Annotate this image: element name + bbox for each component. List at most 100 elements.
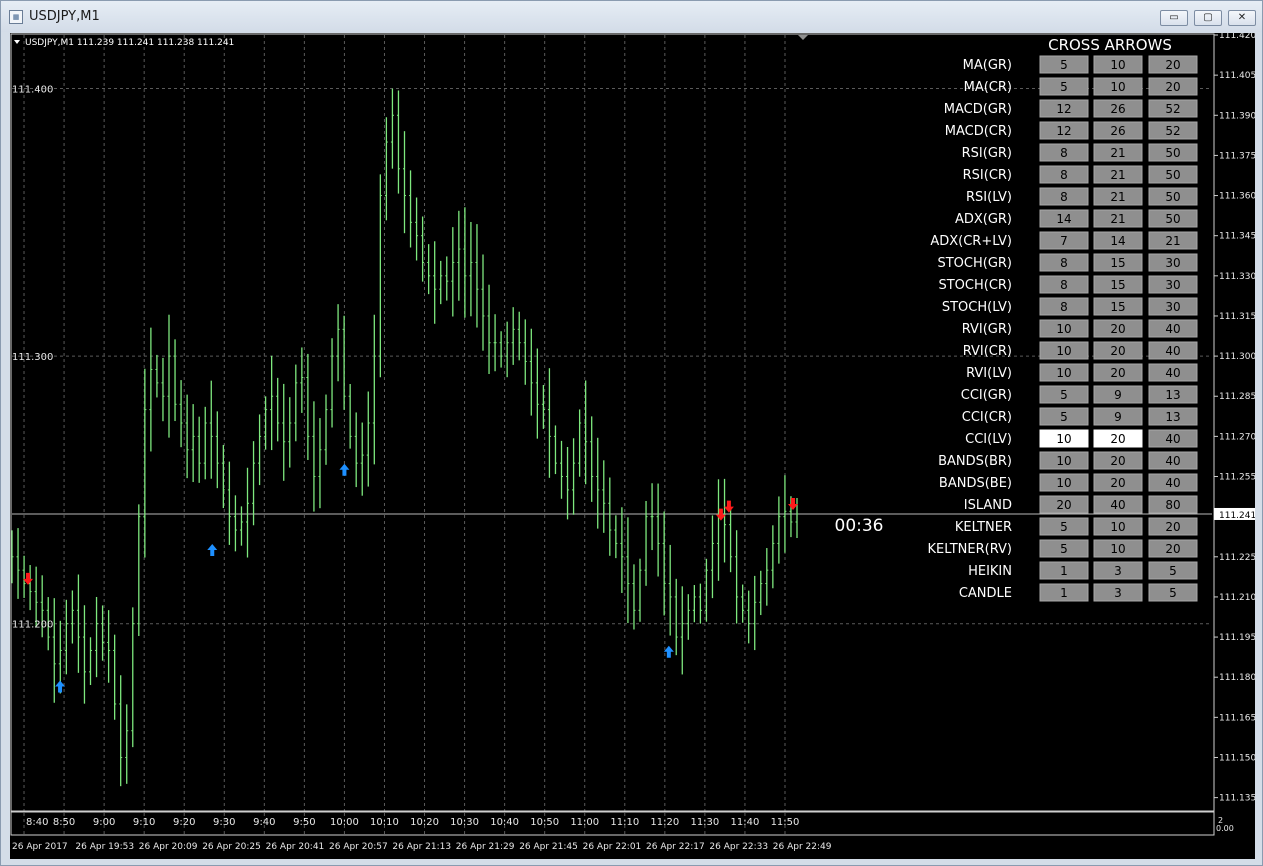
period-input-value[interactable]: 20 <box>1110 344 1125 358</box>
period-input-value[interactable]: 30 <box>1165 278 1180 292</box>
period-input-value[interactable]: 12 <box>1056 102 1071 116</box>
period-input-value[interactable]: 21 <box>1110 190 1125 204</box>
period-input-value[interactable]: 1 <box>1060 586 1068 600</box>
period-input-value[interactable]: 20 <box>1056 498 1071 512</box>
price-chart[interactable]: 111.420 111.405 111.390 111.375 111.360 111.3… <box>10 33 1255 859</box>
period-input-value[interactable]: 5 <box>1060 58 1068 72</box>
period-input-value[interactable]: 26 <box>1110 102 1125 116</box>
period-input-value[interactable]: 50 <box>1165 168 1180 182</box>
period-input-value[interactable]: 10 <box>1056 454 1071 468</box>
period-input-value[interactable]: 20 <box>1165 520 1180 534</box>
period-input-value[interactable]: 21 <box>1110 168 1125 182</box>
period-input-value[interactable]: 15 <box>1110 256 1125 270</box>
time-tick-label: 9:10 <box>133 817 155 828</box>
period-input-value[interactable]: 3 <box>1114 586 1122 600</box>
period-input-value[interactable]: 21 <box>1110 146 1125 160</box>
period-input-value[interactable]: 10 <box>1056 344 1071 358</box>
period-input-value[interactable]: 14 <box>1110 234 1125 248</box>
period-input-value[interactable]: 40 <box>1165 432 1180 446</box>
terminal-window: ▦ USDJPY,M1 ▭ ▢ ✕ 111.420 111.405 111.390 1… <box>0 0 1263 866</box>
time-tick-label: 8:40 <box>26 817 48 828</box>
period-input-value[interactable]: 20 <box>1165 542 1180 556</box>
period-input-value[interactable]: 10 <box>1056 366 1071 380</box>
period-input-value[interactable]: 15 <box>1110 300 1125 314</box>
bar-countdown: 00:36 <box>835 516 884 536</box>
period-input-value[interactable]: 20 <box>1165 58 1180 72</box>
indicator-label: RSI(CR) <box>963 168 1012 183</box>
date-tick-label: 26 Apr 20:41 <box>266 842 325 852</box>
period-input-value[interactable]: 10 <box>1110 58 1125 72</box>
indicator-label: STOCH(GR) <box>937 256 1012 271</box>
period-input-value[interactable]: 5 <box>1060 520 1068 534</box>
period-input-value[interactable]: 8 <box>1060 300 1068 314</box>
period-input-value[interactable]: 14 <box>1056 212 1071 226</box>
minimize-button[interactable]: ▭ <box>1160 10 1188 26</box>
price-tick-label: 111.315 <box>1219 312 1255 322</box>
time-tick-label: 10:00 <box>330 817 359 828</box>
period-input-value[interactable]: 21 <box>1110 212 1125 226</box>
period-input-value[interactable]: 20 <box>1110 366 1125 380</box>
period-input-value[interactable]: 20 <box>1110 454 1125 468</box>
period-input-value[interactable]: 10 <box>1056 322 1071 336</box>
indicator-label: RSI(LV) <box>966 190 1012 205</box>
period-input-value[interactable]: 1 <box>1060 564 1068 578</box>
period-input-value[interactable]: 5 <box>1060 388 1068 402</box>
period-input-value[interactable]: 52 <box>1165 102 1180 116</box>
period-input-value[interactable]: 80 <box>1165 498 1180 512</box>
period-input-value[interactable]: 50 <box>1165 212 1180 226</box>
period-input-value[interactable]: 3 <box>1114 564 1122 578</box>
period-input-value[interactable]: 5 <box>1060 410 1068 424</box>
period-input-value[interactable]: 40 <box>1165 344 1180 358</box>
period-input-value[interactable]: 40 <box>1110 498 1125 512</box>
period-input-value[interactable]: 7 <box>1060 234 1068 248</box>
time-tick-label: 11:20 <box>650 817 679 828</box>
period-input-value[interactable]: 8 <box>1060 146 1068 160</box>
period-input-value[interactable]: 10 <box>1110 520 1125 534</box>
period-input-value[interactable]: 40 <box>1165 476 1180 490</box>
indicator-label: RVI(CR) <box>963 344 1012 359</box>
close-button[interactable]: ✕ <box>1228 10 1256 26</box>
period-input-value[interactable]: 40 <box>1165 366 1180 380</box>
period-input-value[interactable]: 21 <box>1165 234 1180 248</box>
period-input-value[interactable]: 20 <box>1165 80 1180 94</box>
time-tick-label: 9:30 <box>213 817 235 828</box>
period-input-value[interactable]: 9 <box>1114 388 1122 402</box>
period-input-value[interactable]: 30 <box>1165 300 1180 314</box>
date-tick-label: 26 Apr 22:33 <box>709 842 768 852</box>
period-input-value[interactable]: 12 <box>1056 124 1071 138</box>
period-input-value[interactable]: 15 <box>1110 278 1125 292</box>
period-input-value[interactable]: 13 <box>1165 410 1180 424</box>
price-tick-label: 111.150 <box>1219 753 1255 763</box>
period-input-value[interactable]: 10 <box>1056 432 1071 446</box>
period-input-value[interactable]: 10 <box>1056 476 1071 490</box>
title-bar[interactable]: ▦ USDJPY,M1 ▭ ▢ ✕ <box>1 1 1262 32</box>
period-input-value[interactable]: 20 <box>1110 432 1125 446</box>
period-input-value[interactable]: 20 <box>1110 476 1125 490</box>
period-input-value[interactable]: 8 <box>1060 190 1068 204</box>
period-input-value[interactable]: 5 <box>1060 542 1068 556</box>
left-price-label: 111.200 <box>12 620 53 631</box>
period-input-value[interactable]: 52 <box>1165 124 1180 138</box>
period-input-value[interactable]: 40 <box>1165 454 1180 468</box>
period-input-value[interactable]: 30 <box>1165 256 1180 270</box>
period-input-value[interactable]: 9 <box>1114 410 1122 424</box>
period-input-value[interactable]: 13 <box>1165 388 1180 402</box>
left-price-label: 111.400 <box>12 85 53 96</box>
period-input-value[interactable]: 26 <box>1110 124 1125 138</box>
period-input-value[interactable]: 50 <box>1165 146 1180 160</box>
period-input-value[interactable]: 40 <box>1165 322 1180 336</box>
date-tick-label: 26 Apr 20:25 <box>202 842 261 852</box>
time-tick-label: 11:40 <box>731 817 760 828</box>
period-input-value[interactable]: 5 <box>1060 80 1068 94</box>
period-input-value[interactable]: 10 <box>1110 542 1125 556</box>
period-input-value[interactable]: 50 <box>1165 190 1180 204</box>
period-input-value[interactable]: 5 <box>1169 586 1177 600</box>
chart-header: USDJPY,M1 111.239 111.241 111.238 111.24… <box>25 38 234 48</box>
period-input-value[interactable]: 8 <box>1060 278 1068 292</box>
period-input-value[interactable]: 20 <box>1110 322 1125 336</box>
restore-button[interactable]: ▢ <box>1194 10 1222 26</box>
period-input-value[interactable]: 10 <box>1110 80 1125 94</box>
period-input-value[interactable]: 8 <box>1060 256 1068 270</box>
period-input-value[interactable]: 8 <box>1060 168 1068 182</box>
period-input-value[interactable]: 5 <box>1169 564 1177 578</box>
